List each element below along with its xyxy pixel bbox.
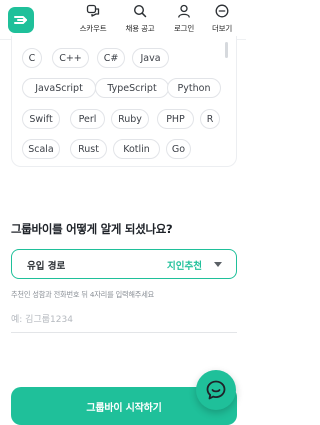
nav-scout[interactable]: 스카우트: [73, 4, 113, 34]
user-icon: [178, 4, 190, 18]
top-navigation-bar: 스카우트 채용 공고 로그인 더보기: [0, 0, 246, 40]
skill-tag[interactable]: Scala: [22, 139, 60, 159]
nav-scout-label: 스카우트: [79, 24, 107, 33]
skill-tag[interactable]: JavaScript: [22, 78, 96, 98]
caret-down-icon: [214, 262, 222, 267]
nav-job-postings[interactable]: 채용 공고: [120, 4, 160, 34]
skill-tag[interactable]: Ruby: [111, 109, 149, 129]
skill-tag[interactable]: Python: [167, 78, 221, 98]
referral-source-value: 지인추천: [167, 261, 202, 272]
more-icon: [215, 4, 229, 18]
nav-more[interactable]: 더보기: [202, 4, 242, 34]
skill-tag[interactable]: Java: [132, 48, 169, 68]
skill-tag[interactable]: C: [22, 48, 42, 68]
referral-source-label: 유입 경로: [27, 261, 66, 272]
chat-fab-button[interactable]: [196, 370, 236, 410]
grouby-logo-icon[interactable]: [8, 7, 34, 33]
chat-icon: [206, 380, 226, 400]
skill-tag[interactable]: Kotlin: [113, 139, 160, 159]
nav-login-label: 로그인: [173, 24, 195, 33]
nav-job-postings-label: 채용 공고: [125, 24, 155, 33]
search-icon: [133, 4, 147, 18]
nav-login[interactable]: 로그인: [164, 4, 204, 34]
skill-tag[interactable]: TypeScript: [95, 78, 169, 98]
scout-chat-icon: [86, 4, 100, 17]
scrollbar[interactable]: [225, 42, 228, 58]
referrer-input[interactable]: [11, 307, 237, 333]
skill-tag[interactable]: C++: [52, 48, 89, 68]
referrer-hint-text: 추천인 성함과 전화번호 뒤 4자리를 입력해주세요: [11, 290, 155, 299]
skill-tag[interactable]: R: [200, 109, 220, 129]
skill-tag[interactable]: Swift: [22, 109, 60, 129]
nav-more-label: 더보기: [211, 24, 233, 33]
skill-tag[interactable]: C#: [97, 48, 125, 68]
skill-tag[interactable]: PHP: [157, 109, 194, 129]
skill-tag[interactable]: Perl: [70, 109, 105, 129]
skill-tag[interactable]: Go: [166, 139, 191, 159]
referral-source-select[interactable]: 유입 경로 지인추천: [11, 249, 237, 279]
skill-tag[interactable]: Rust: [70, 139, 107, 159]
skill-tags-card: C C++ C# Java JavaScript TypeScript Pyth…: [11, 36, 237, 167]
referral-question-heading: 그룹바이를 어떻게 알게 되셨나요?: [11, 222, 173, 236]
